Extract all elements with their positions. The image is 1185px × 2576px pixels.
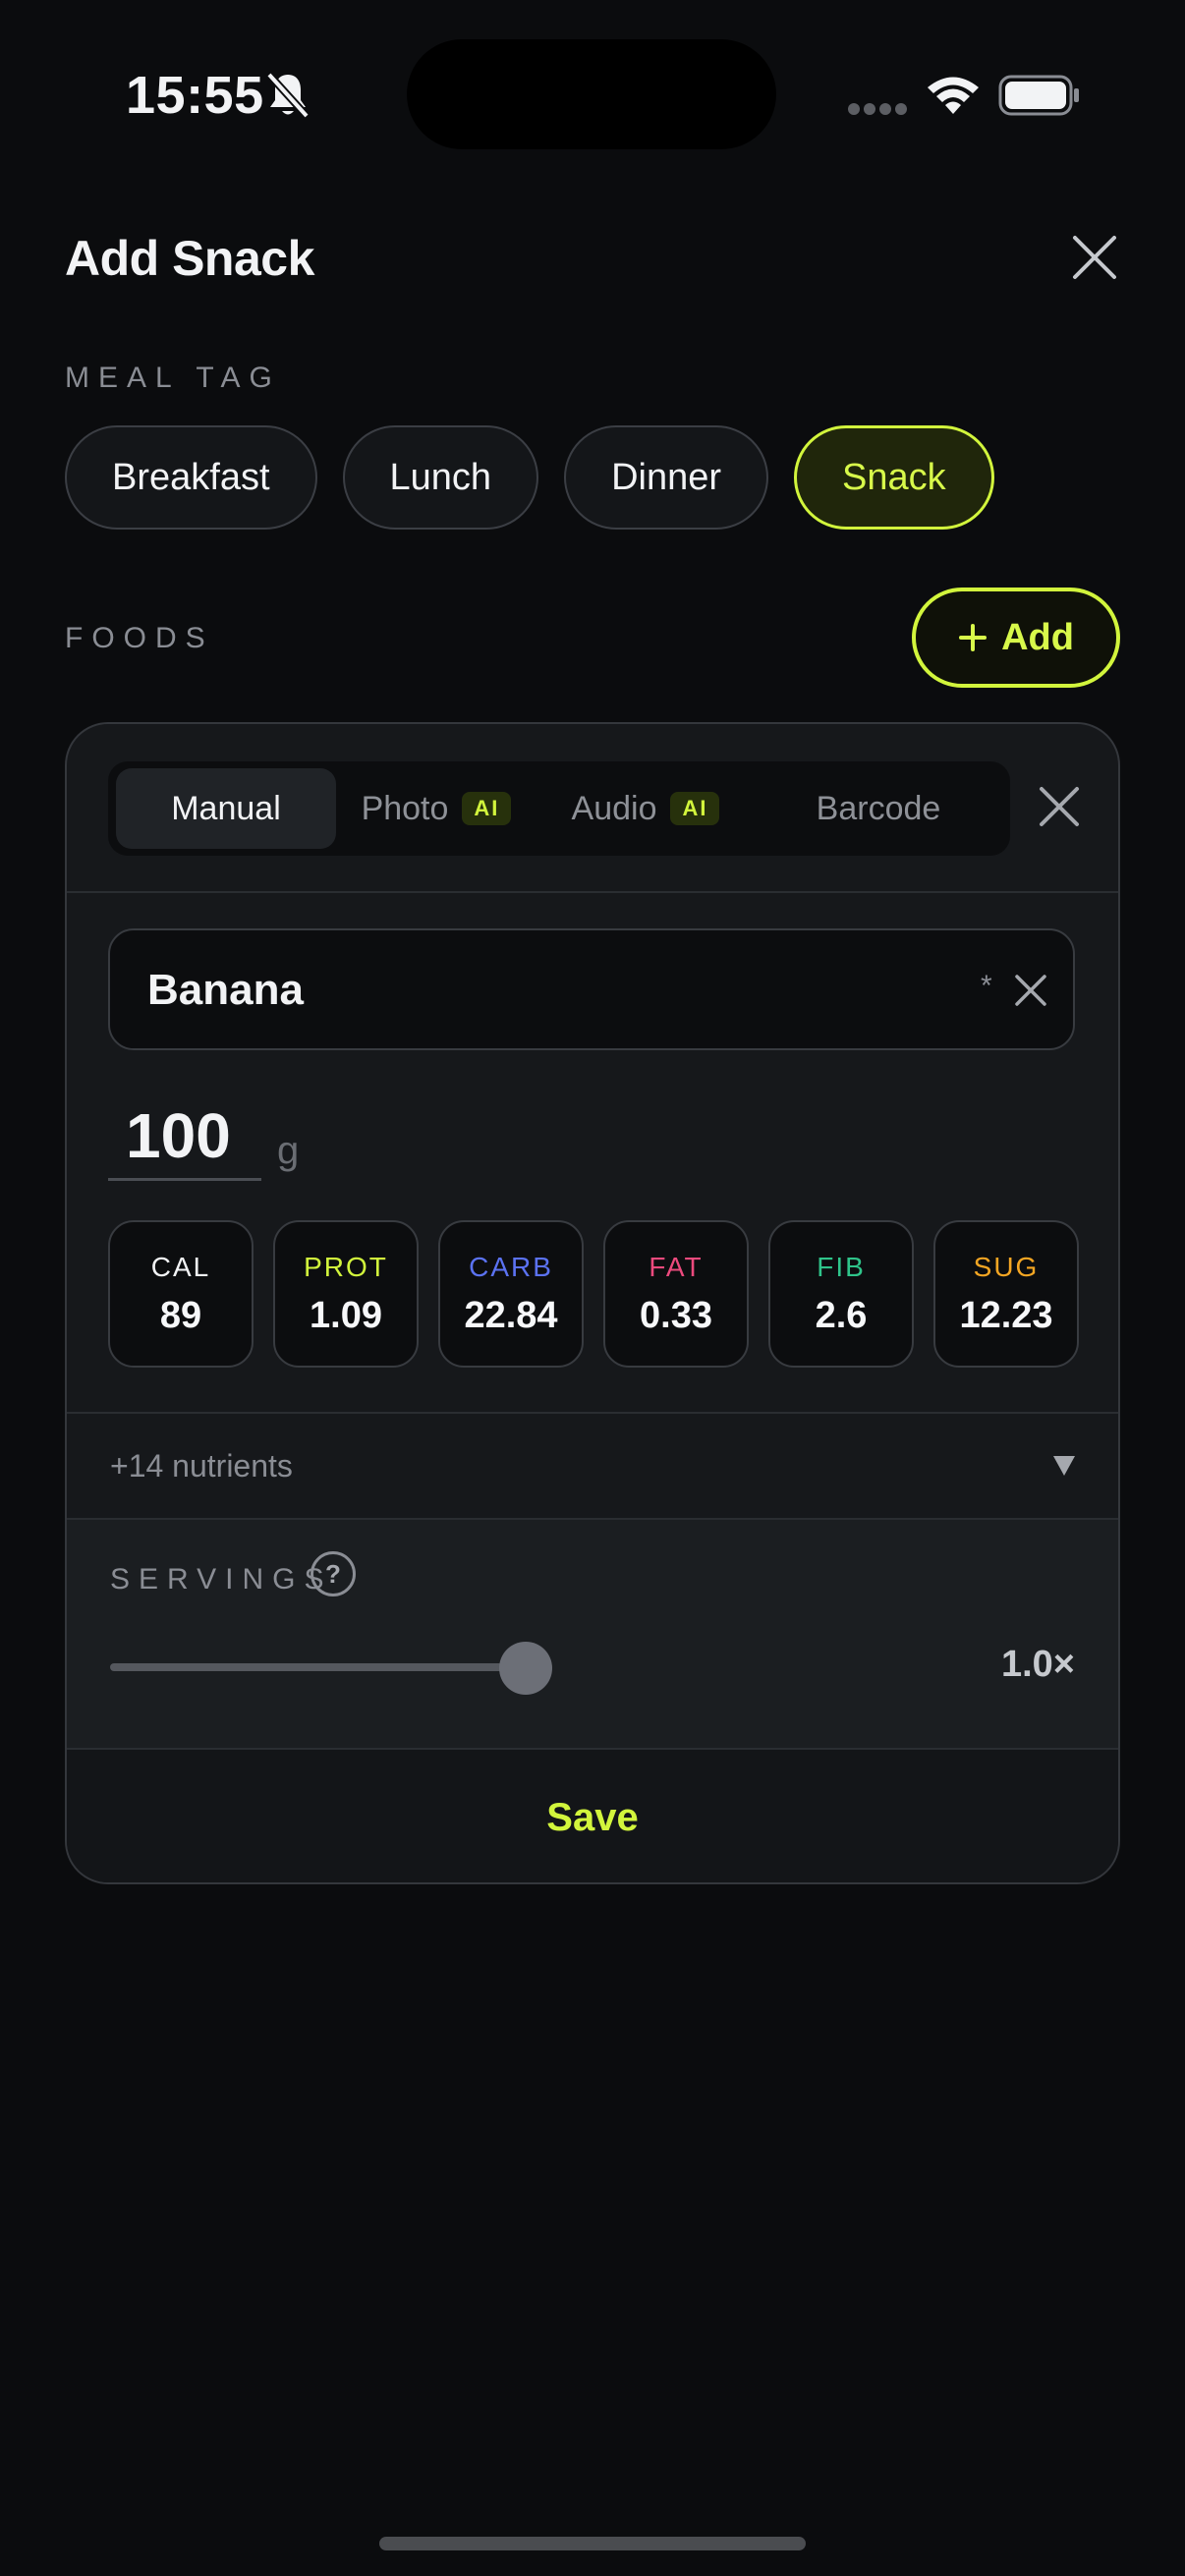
close-icon[interactable]	[1069, 232, 1120, 283]
plus-icon	[959, 624, 988, 651]
macro-label: SUG	[973, 1251, 1040, 1282]
macro-value: 12.23	[959, 1294, 1053, 1336]
macro-value: 0.33	[640, 1294, 712, 1336]
ai-badge: AI	[670, 792, 720, 825]
tab-audio[interactable]: Audio AI	[536, 768, 755, 849]
macro-value: 89	[159, 1294, 202, 1336]
servings-section: SERVINGS ? 1.0×	[67, 1520, 1118, 1750]
quantity-input[interactable]: 100	[108, 1099, 261, 1181]
tab-manual-label: Manual	[171, 789, 281, 827]
tab-manual[interactable]: Manual	[116, 768, 336, 849]
triangle-down-icon	[1053, 1456, 1075, 1476]
status-time: 15:55	[126, 66, 264, 125]
macro-sugar: SUG 12.23	[933, 1220, 1079, 1368]
divider	[67, 891, 1118, 893]
macro-fat: FAT 0.33	[603, 1220, 749, 1368]
dynamic-island	[407, 39, 776, 149]
tab-photo[interactable]: Photo AI	[336, 768, 536, 849]
tab-audio-label: Audio	[571, 789, 657, 827]
meal-tag-label: MEAL TAG	[65, 362, 281, 394]
macro-label: PROT	[304, 1251, 388, 1282]
food-name-value: Banana	[147, 966, 304, 1014]
macro-label: CAL	[150, 1251, 211, 1282]
required-mark: *	[981, 970, 992, 1002]
meal-tag-lunch[interactable]: Lunch	[342, 425, 539, 530]
meal-tag-dinner[interactable]: Dinner	[564, 425, 769, 530]
battery-icon	[998, 75, 1079, 116]
quantity-value: 100	[126, 1100, 231, 1171]
macro-value: 2.6	[815, 1294, 868, 1336]
meal-tag-group: Breakfast Lunch Dinner Snack	[65, 425, 994, 530]
signal-icon	[848, 103, 907, 115]
macro-label: FIB	[817, 1251, 866, 1282]
macro-grid: CAL 89 PROT 1.09 CARB 22.84 FAT 0.33 FIB…	[108, 1220, 1079, 1368]
macro-label: CARB	[469, 1251, 553, 1282]
more-nutrients-label: +14 nutrients	[110, 1447, 293, 1484]
entry-mode-tabs: Manual Photo AI Audio AI Barcode	[108, 761, 1010, 856]
macro-calories: CAL 89	[108, 1220, 254, 1368]
food-entry-card: Manual Photo AI Audio AI Barcode Banana …	[65, 722, 1120, 1884]
bell-slash-icon	[266, 72, 310, 119]
foods-label: FOODS	[65, 622, 214, 654]
more-nutrients-toggle[interactable]: +14 nutrients	[67, 1414, 1118, 1518]
tab-photo-label: Photo	[361, 789, 449, 827]
clear-icon[interactable]	[1012, 972, 1049, 1009]
servings-value: 1.0×	[1000, 1644, 1075, 1685]
home-indicator	[379, 2537, 806, 2550]
macro-fiber: FIB 2.6	[768, 1220, 914, 1368]
save-button[interactable]: Save	[67, 1750, 1118, 1882]
macro-value: 22.84	[464, 1294, 558, 1336]
wifi-icon	[928, 77, 979, 114]
food-name-input[interactable]: Banana *	[108, 928, 1075, 1050]
macro-protein: PROT 1.09	[273, 1220, 419, 1368]
page-title: Add Snack	[65, 231, 314, 286]
tab-barcode[interactable]: Barcode	[755, 768, 1002, 849]
macro-label: FAT	[649, 1251, 704, 1282]
remove-food-icon[interactable]	[1036, 783, 1083, 830]
servings-slider-thumb[interactable]	[499, 1642, 552, 1695]
add-food-button[interactable]: Add	[912, 588, 1120, 688]
meal-tag-breakfast[interactable]: Breakfast	[65, 425, 317, 530]
servings-label: SERVINGS	[110, 1563, 333, 1596]
ai-badge: AI	[462, 792, 512, 825]
add-food-label: Add	[1001, 616, 1074, 658]
servings-slider-track[interactable]	[110, 1663, 533, 1671]
tab-barcode-label: Barcode	[816, 789, 941, 827]
help-icon[interactable]: ?	[310, 1551, 356, 1596]
quantity-unit: g	[277, 1129, 300, 1172]
macro-value: 1.09	[310, 1294, 382, 1336]
meal-tag-snack[interactable]: Snack	[794, 425, 994, 530]
macro-carbs: CARB 22.84	[438, 1220, 584, 1368]
